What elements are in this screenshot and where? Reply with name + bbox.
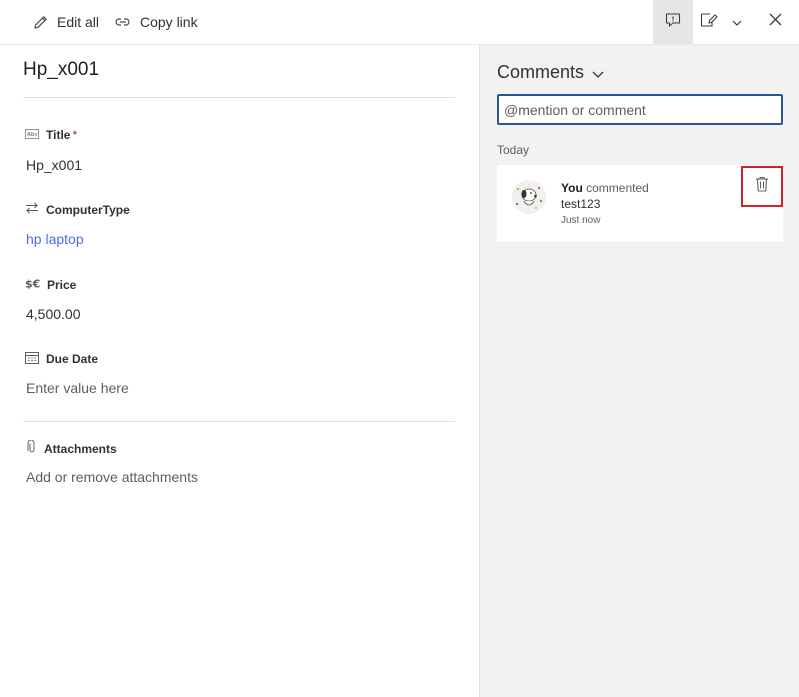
price-label-text: Price: [47, 277, 77, 292]
paperclip-icon: [25, 439, 37, 457]
attachments-label-text: Attachments: [44, 441, 117, 456]
edit-all-label: Edit all: [57, 14, 100, 30]
copy-link-button[interactable]: Copy link: [114, 0, 198, 44]
comment-author: You: [561, 181, 583, 195]
comment-timestamp: Just now: [561, 215, 601, 226]
copy-link-label: Copy link: [140, 14, 198, 30]
item-form-pane: Hp_x001 Abc Title * Hp_x001 ComputerType …: [0, 45, 479, 697]
chevron-down-icon: [592, 62, 604, 83]
comment-text: test123: [561, 197, 601, 211]
computer-type-field-value[interactable]: hp laptop: [26, 231, 84, 247]
pencil-icon: [32, 14, 49, 31]
attachments-field-value[interactable]: Add or remove attachments: [26, 469, 198, 485]
comment-group-label: Today: [497, 143, 530, 157]
title-field-label: Abc Title *: [25, 128, 77, 142]
due-date-label-text: Due Date: [46, 352, 99, 366]
currency-icon: $€: [25, 277, 40, 292]
price-field-label: $€ Price: [25, 277, 76, 292]
delete-comment-button[interactable]: [741, 166, 783, 207]
comment-input[interactable]: [497, 94, 783, 125]
edit-form-icon: [700, 12, 718, 33]
due-date-field-label: Due Date: [25, 351, 98, 367]
computer-type-label-text: ComputerType: [46, 202, 130, 217]
price-field-value[interactable]: 4,500.00: [26, 306, 81, 322]
comment-card: You commented test123 Just now: [497, 165, 783, 242]
comments-header-text: Comments: [497, 62, 585, 82]
item-title: Hp_x001: [23, 59, 100, 80]
svg-text:$€: $€: [25, 278, 40, 290]
trash-icon: [755, 176, 769, 197]
close-button[interactable]: [760, 0, 790, 44]
text-field-icon: Abc: [25, 128, 39, 142]
due-date-field-value[interactable]: Enter value here: [26, 380, 129, 396]
required-mark: *: [72, 128, 78, 142]
comment-meta: You commented: [561, 181, 649, 195]
title-divider: [23, 97, 455, 98]
title-field-value[interactable]: Hp_x001: [26, 157, 82, 173]
lookup-icon: [25, 202, 39, 217]
edit-form-button[interactable]: [694, 0, 724, 44]
avatar: [512, 180, 546, 214]
title-label-text: Title: [46, 128, 71, 142]
comment-action: commented: [586, 181, 649, 195]
comments-icon: [665, 12, 681, 33]
attachments-divider: [23, 421, 455, 422]
comments-pane: Comments Today You commented: [479, 45, 799, 697]
attachments-field-label: Attachments: [25, 439, 117, 457]
command-bar: Edit all Copy link: [0, 0, 799, 45]
edit-all-button[interactable]: Edit all: [32, 0, 99, 44]
svg-text:Abc: Abc: [27, 132, 37, 138]
link-icon: [114, 15, 132, 29]
comments-header[interactable]: Comments: [497, 62, 604, 83]
chevron-down-icon: [732, 13, 742, 31]
computer-type-field-label: ComputerType: [25, 202, 130, 217]
calendar-icon: [25, 351, 39, 367]
more-options-button[interactable]: [726, 0, 748, 44]
close-icon: [769, 13, 782, 31]
comments-toggle-button[interactable]: [653, 0, 693, 44]
